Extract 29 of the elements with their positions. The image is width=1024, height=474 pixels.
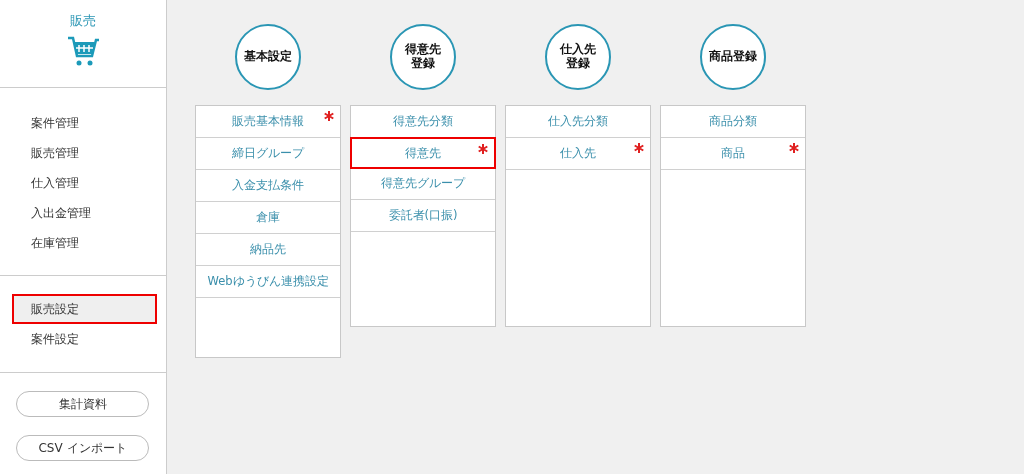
menu-item[interactable]: 仕入管理 — [0, 168, 166, 198]
list-item[interactable]: 締日グループ — [196, 138, 340, 170]
category-circle: 得意先 登録 — [390, 24, 456, 90]
list-item[interactable]: 商品 — [661, 138, 805, 170]
cart-icon — [66, 34, 100, 68]
category-circle: 商品登録 — [700, 24, 766, 90]
list-item[interactable]: 得意先グループ — [351, 168, 495, 200]
menu-item[interactable]: 販売設定 — [12, 294, 157, 324]
list-item[interactable]: 委託者(口振) — [351, 200, 495, 232]
app-title: 販売 — [70, 12, 96, 30]
category-circle: 基本設定 — [235, 24, 301, 90]
menu-item[interactable]: 案件管理 — [0, 108, 166, 138]
list-item[interactable]: 商品分類 — [661, 106, 805, 138]
list-item[interactable]: 得意先 — [350, 137, 496, 169]
list-item[interactable]: 仕入先 — [506, 138, 650, 170]
menu-item[interactable]: 入出金管理 — [0, 198, 166, 228]
list-item[interactable]: 倉庫 — [196, 202, 340, 234]
pill-button[interactable]: 集計資料 — [16, 391, 149, 417]
list-item[interactable]: 販売基本情報 — [196, 106, 340, 138]
list-item[interactable]: 仕入先分類 — [506, 106, 650, 138]
list-item[interactable]: 得意先分類 — [351, 106, 495, 138]
menu-item[interactable]: 販売管理 — [0, 138, 166, 168]
list-item[interactable]: Webゆうびん連携設定 — [196, 266, 340, 298]
menu-item[interactable]: 案件設定 — [0, 324, 166, 354]
pill-button[interactable]: CSV インポート — [16, 435, 149, 461]
menu-item[interactable]: 在庫管理 — [0, 228, 166, 258]
category-circle: 仕入先 登録 — [545, 24, 611, 90]
list-item[interactable]: 納品先 — [196, 234, 340, 266]
list-item[interactable]: 入金支払条件 — [196, 170, 340, 202]
